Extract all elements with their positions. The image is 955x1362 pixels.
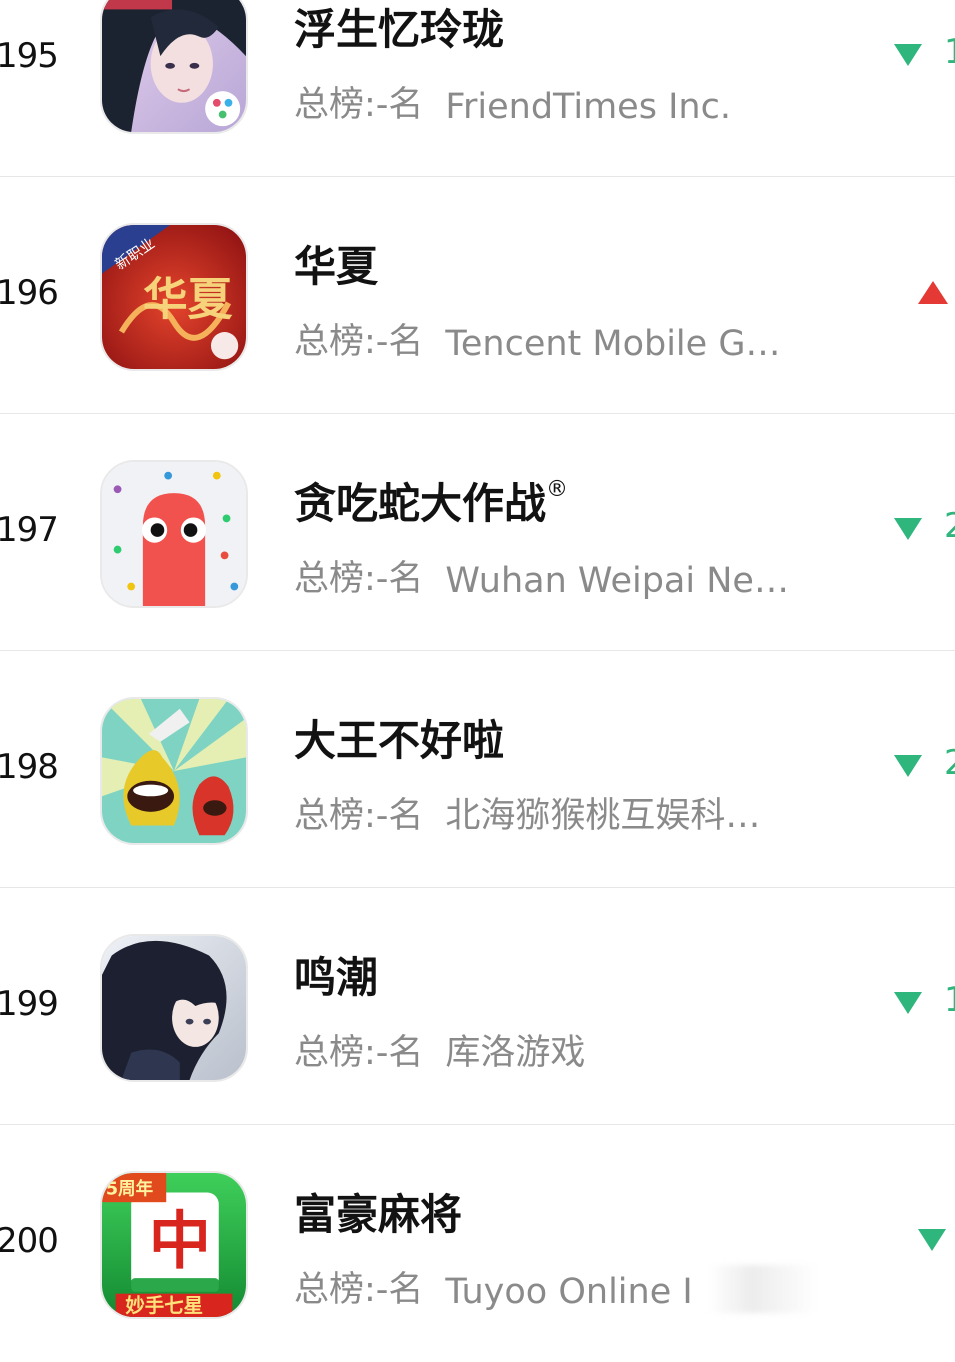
icon-bottom-text: 妙手七星 [125,1294,203,1317]
developer-name: Tencent Mobile Ga… [445,324,802,364]
wuthering-waves-icon[interactable] [100,934,248,1082]
huaxia-game-icon[interactable]: 新职业 华夏 [100,223,248,371]
app-name: 贪吃蛇大作战® [294,477,569,528]
rank-change: 2 [944,506,955,546]
trend-down-icon [894,44,922,66]
overall-rank-text: 总榜:-名 [294,85,424,125]
trend-down-icon [894,755,922,777]
mahjong-game-icon[interactable]: 中 5周年 妙手七星 [100,1171,248,1319]
rank-number: 197 [0,510,59,550]
rank-change: 2 [944,743,955,783]
app-meta: 总榜:-名 Tencent Mobile Ga… [294,313,801,364]
ranking-list: 195 浮生忆玲珑 总榜:-名 FriendTimes Inc. 1 196 新… [0,0,955,1362]
list-item[interactable]: 199 鸣潮 总榜:-名 库洛游戏 1 [0,888,955,1125]
registered-mark: ® [546,477,569,502]
rank-number: 200 [0,1221,59,1261]
rank-change: 1 [944,980,955,1020]
rank-change: 1 [944,32,955,72]
developer-name: 库洛游戏 [445,1033,586,1073]
app-meta: 总榜:-名 库洛游戏 [294,1024,585,1075]
list-item[interactable]: 200 中 5周年 妙手七星 富豪麻将 总榜:-名 Tuyoo Online I [0,1125,955,1362]
rank-number: 198 [0,747,59,787]
app-meta: 总榜:-名 Tuyoo Online I [294,1261,693,1312]
rank-number: 199 [0,984,59,1024]
blurred-text-overlay [708,1265,818,1313]
app-name: 富豪麻将 [294,1190,463,1239]
list-item[interactable]: 195 浮生忆玲珑 总榜:-名 FriendTimes Inc. 1 [0,0,955,177]
trend-down-icon [894,992,922,1014]
app-name: 鸣潮 [294,953,379,1002]
icon-badge-text: 5周年 [106,1178,154,1199]
app-meta: 总榜:-名 北海猕猴桃互娱科… [294,787,760,838]
rank-number: 196 [0,273,59,313]
cartoon-fruit-game-icon[interactable] [100,697,248,845]
rank-number: 195 [0,36,59,76]
icon-logo-text: 华夏 [143,273,233,326]
overall-rank-text: 总榜:-名 [294,796,424,836]
anime-girl-app-icon[interactable] [100,0,248,134]
overall-rank-text: 总榜:-名 [294,1033,424,1073]
app-meta: 总榜:-名 Wuhan Weipai Net… [294,550,801,601]
list-item[interactable]: 198 大王不好啦 总榜:-名 北海猕猴桃互娱科… 2 [0,651,955,888]
list-item[interactable]: 196 新职业 华夏 华夏 总榜:-名 Tencent Mobile Ga… [0,177,955,414]
trend-down-icon [894,518,922,540]
list-item[interactable]: 197 贪吃蛇大作战® 总榜:-名 Wuhan Weipai Net… 2 [0,414,955,651]
app-meta: 总榜:-名 FriendTimes Inc. [294,76,731,127]
trend-up-icon [918,281,948,304]
developer-name: FriendTimes Inc. [445,87,731,127]
developer-name: Wuhan Weipai Net… [445,561,802,601]
trend-down-icon [918,1229,946,1251]
developer-name: Tuyoo Online I [445,1272,693,1312]
app-name: 大王不好啦 [294,716,505,765]
icon-tile-text: 中 [149,1205,211,1278]
overall-rank-text: 总榜:-名 [294,1270,424,1310]
developer-name: 北海猕猴桃互娱科… [445,796,761,836]
app-name: 浮生忆玲珑 [294,5,505,54]
overall-rank-text: 总榜:-名 [294,322,424,362]
snake-game-icon[interactable] [100,460,248,608]
app-name: 华夏 [294,242,379,291]
overall-rank-text: 总榜:-名 [294,559,424,599]
